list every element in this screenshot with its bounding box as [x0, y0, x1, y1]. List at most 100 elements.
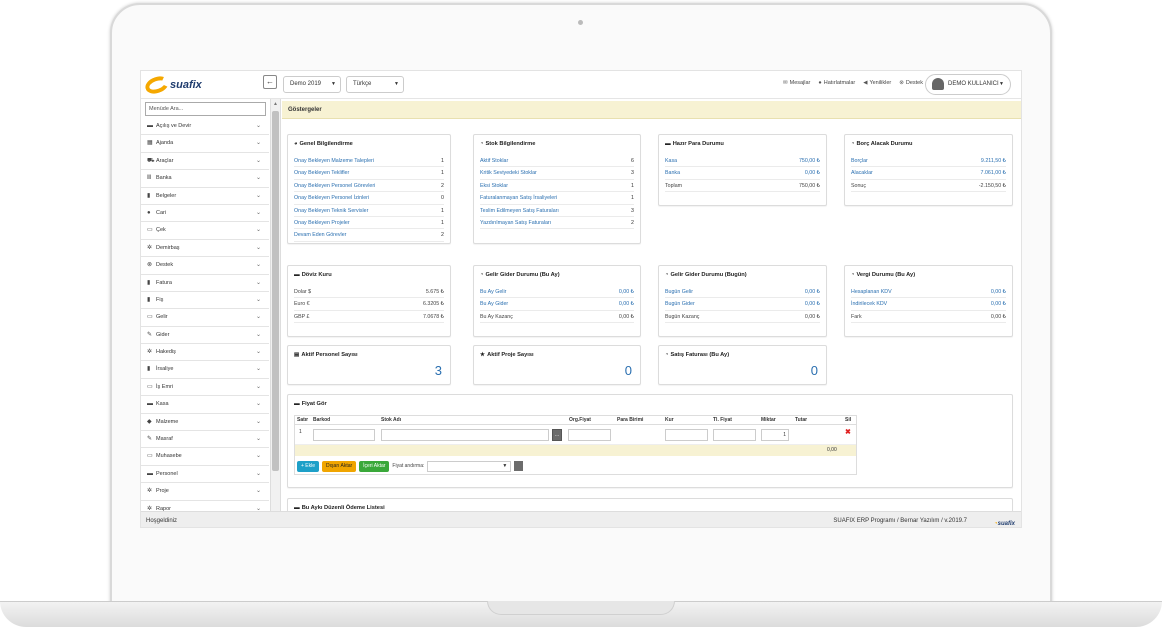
top-link-reminders[interactable]: ● Hatırlatmalar: [818, 80, 855, 86]
top-link-support[interactable]: ⊗ Destek: [899, 80, 923, 86]
row-label: Devam Eden Görevler: [294, 232, 347, 239]
sidebar-item[interactable]: ▬ Personel ⌄: [141, 466, 269, 484]
list-item[interactable]: Yazdırılmayan Satış Faturaları 2: [480, 217, 634, 230]
list-item[interactable]: Bu Ay Gelir 0,00 ₺: [480, 286, 634, 299]
list-item[interactable]: Borçlar 9.211,50 ₺: [851, 155, 1006, 168]
list-item[interactable]: Onay Bekleyen Teklifler 1: [294, 167, 444, 180]
card-title: ▬ Döviz Kuru: [294, 272, 332, 278]
list-item[interactable]: Banka 0,00 ₺: [665, 167, 820, 180]
sidebar-item[interactable]: ▦ Ajanda ⌄: [141, 135, 269, 153]
list-item[interactable]: Bu Ay Gider 0,00 ₺: [480, 298, 634, 311]
list-item[interactable]: Kritik Seviyedeki Stoklar 3: [480, 167, 634, 180]
price-table-header: Satır Barkod Stok Adı Org.Fiyat Para Bir…: [295, 416, 856, 425]
sidebar-item[interactable]: ▭ Çek ⌄: [141, 222, 269, 240]
sidebar-item[interactable]: ✎ Masraf ⌄: [141, 431, 269, 449]
card-title: ◔ Satış Faturası (Bu Ay): [665, 352, 730, 358]
sidebar-item[interactable]: ▬ Açılış ve Devir ⌄: [141, 118, 269, 136]
barkod-input[interactable]: [313, 429, 375, 441]
company-select-value: Demo 2019: [290, 81, 322, 87]
sidebar-item[interactable]: ▮ Fiş ⌄: [141, 292, 269, 310]
export-button[interactable]: Dışarı Aktar: [322, 460, 357, 472]
sidebar-item[interactable]: ⊗ Destek ⌄: [141, 257, 269, 275]
card-hazir-para: ▬ Hazır Para Durumu Kasa 750,00 ₺ Banka 0,00…: [658, 134, 827, 206]
sidebar-item[interactable]: ⛟Araçlar ⌄: [141, 153, 269, 171]
list-item[interactable]: Onay Bekleyen Teknik Servisler 1: [294, 205, 444, 217]
row-label: Onay Bekleyen Malzeme Talepleri: [294, 158, 374, 164]
sidebar-item[interactable]: ▭ Muhasebe ⌄: [141, 448, 269, 466]
list-item[interactable]: Aktif Stoklar 6: [480, 155, 634, 168]
sidebar-toggle-button[interactable]: ←: [263, 75, 277, 89]
sidebar-item[interactable]: ▬ Kasa ⌄: [141, 396, 269, 414]
miktar-input[interactable]: 1: [761, 429, 789, 441]
sidebar-item[interactable]: ▭ Gelir ⌄: [141, 309, 269, 327]
list-item[interactable]: Onay Bekleyen Personel İzinleri 0: [294, 192, 444, 205]
user-menu-button[interactable]: DEMO KULLANICI ▼: [925, 74, 1011, 95]
list-item[interactable]: Eksi Stoklar 1: [480, 180, 634, 193]
row-value: 0,00 ₺: [618, 301, 634, 308]
list-item[interactable]: İndirilecek KDV 0,00 ₺: [851, 298, 1006, 311]
sidebar-item[interactable]: ▭ İş Emri ⌄: [141, 379, 269, 397]
list-item[interactable]: Bugün Gelir 0,00 ₺: [665, 286, 820, 299]
top-link-news[interactable]: ◀ Yenilikler: [863, 80, 891, 86]
add-row-button[interactable]: + Ekle: [297, 460, 320, 472]
sidebar-item[interactable]: ✲ Demirbaş ⌄: [141, 240, 269, 258]
sidebar-item[interactable]: ✲ Hakediş ⌄: [141, 344, 269, 362]
list-item[interactable]: Dolar $ 5.675 ₺: [294, 286, 444, 299]
tl-fiyat-input[interactable]: [713, 429, 756, 441]
card-satis-faturasi[interactable]: ◔ Satış Faturası (Bu Ay) 0: [658, 345, 827, 385]
sidebar-item[interactable]: ● Cari ⌄: [141, 205, 269, 223]
delete-row-icon[interactable]: ✖: [845, 428, 851, 436]
language-select[interactable]: Türkçe ▼: [346, 76, 404, 93]
chevron-down-icon: ⌄: [255, 175, 261, 182]
fiyat-select[interactable]: ▼: [427, 460, 512, 472]
import-button[interactable]: İçeri Aktar: [359, 460, 390, 472]
row-value: 3: [631, 207, 634, 214]
sidebar-item[interactable]: ▮ Belgeler ⌄: [141, 188, 269, 205]
star-icon: ★: [480, 352, 486, 358]
menu-search-input[interactable]: Menüde Ara...: [145, 102, 266, 116]
col-stok-adi: Stok Adı: [381, 417, 402, 423]
list-item[interactable]: Bugün Gider 0,00 ₺: [665, 298, 820, 311]
list-item[interactable]: Onay Bekleyen Projeler 1: [294, 217, 444, 230]
company-select[interactable]: Demo 2019 ▼: [283, 76, 341, 93]
card-gelir-gider-bugun: ◔ Gelir Gider Durumu (Bugün) Bugün Gelir 0…: [658, 265, 827, 337]
language-select-value: Türkçe: [353, 81, 372, 87]
org-fiyat-input[interactable]: [568, 429, 611, 441]
sidebar-scrollbar[interactable]: ▲: [271, 99, 281, 511]
list-item[interactable]: Onay Bekleyen Personel Görevleri 2: [294, 180, 444, 193]
app-logo[interactable]: suafix: [142, 73, 202, 97]
sidebar-item-label: Banka: [156, 175, 172, 182]
kur-input[interactable]: [665, 429, 708, 441]
pie-chart-icon: ◔: [851, 272, 855, 278]
sidebar-item[interactable]: ✎ Gider ⌄: [141, 327, 269, 345]
sidebar-item[interactable]: Ⅲ Banka ⌄: [141, 170, 269, 188]
stok-search-button[interactable]: …: [552, 429, 562, 441]
card-aktif-personel[interactable]: ▤ Aktif Personel Sayısı 3: [287, 345, 451, 385]
list-item[interactable]: Faturalanmayan Satış İrsaliyeleri 1: [480, 192, 634, 205]
row-value: 0,00 ₺: [804, 301, 820, 308]
fiyat-search-button[interactable]: [514, 461, 524, 471]
chevron-down-icon: ⌄: [255, 262, 261, 269]
sidebar-item[interactable]: ▮ Fatura ⌄: [141, 275, 269, 292]
row-value: 0,00 ₺: [618, 289, 634, 295]
list-item[interactable]: Euro € 6.3205 ₺: [294, 298, 444, 311]
list-item[interactable]: Kasa 750,00 ₺: [665, 155, 820, 168]
list-item[interactable]: Onay Bekleyen Malzeme Talepleri 1: [294, 155, 444, 168]
chevron-down-icon: ⌄: [255, 123, 261, 129]
list-item[interactable]: Devam Eden Görevler 2: [294, 229, 444, 242]
menu-item-icon: ▮: [147, 366, 151, 373]
sidebar-item[interactable]: ◆ Malzeme ⌄: [141, 414, 269, 432]
sidebar-item[interactable]: ✲ Rapor ⌄: [141, 501, 269, 511]
list-item[interactable]: Alacaklar 7.061,00 ₺: [851, 167, 1006, 180]
sidebar-item[interactable]: ✲ Proje ⌄: [141, 483, 269, 501]
sidebar-item[interactable]: ▮ İrsaliye ⌄: [141, 361, 269, 379]
card-title: ◕ Genel Bilgilendirme: [294, 141, 353, 147]
list-item[interactable]: Teslim Edilmeyen Satış Faturaları 3: [480, 205, 634, 217]
row-label: Yazdırılmayan Satış Faturaları: [480, 219, 552, 226]
stok-adi-input[interactable]: [381, 429, 549, 441]
top-link-messages[interactable]: ✉ Mesajlar: [783, 80, 810, 86]
list-item[interactable]: Hesaplanan KDV 0,00 ₺: [851, 286, 1006, 299]
card-aktif-proje[interactable]: ★ Aktif Proje Sayısı 0: [473, 345, 641, 385]
sidebar-item-label: Muhasebe: [156, 453, 182, 460]
scrollbar-thumb[interactable]: [272, 111, 279, 471]
